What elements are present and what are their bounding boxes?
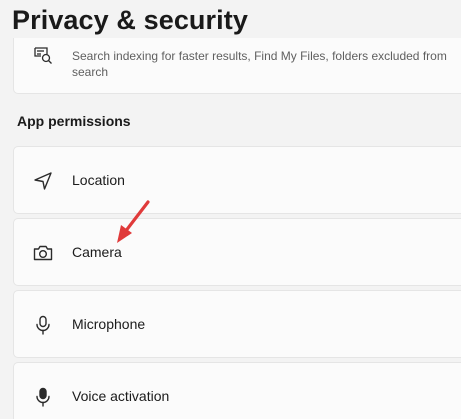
- voice-activation-icon: [32, 386, 54, 408]
- microphone-icon: [32, 314, 54, 336]
- permission-item-location[interactable]: Location: [13, 146, 461, 214]
- page-title: Privacy & security: [12, 5, 248, 35]
- section-heading-app-permissions: App permissions: [17, 113, 131, 129]
- permission-item-microphone[interactable]: Microphone: [13, 290, 461, 358]
- permission-label-voice-activation: Voice activation: [72, 388, 170, 404]
- permission-item-camera[interactable]: Camera: [13, 218, 461, 286]
- location-icon: [32, 170, 54, 192]
- permission-label-camera: Camera: [72, 244, 122, 260]
- searching-windows-card[interactable]: Search indexing for faster results, Find…: [13, 38, 461, 94]
- search-indexing-icon: [32, 44, 54, 66]
- settings-page: Privacy & security Search indexing for f…: [0, 0, 461, 419]
- permission-label-microphone: Microphone: [72, 316, 146, 332]
- camera-icon: [32, 242, 54, 264]
- search-indexing-description: Search indexing for faster results, Find…: [72, 49, 447, 79]
- permission-label-location: Location: [72, 172, 125, 188]
- permission-item-voice-activation[interactable]: Voice activation: [13, 362, 461, 419]
